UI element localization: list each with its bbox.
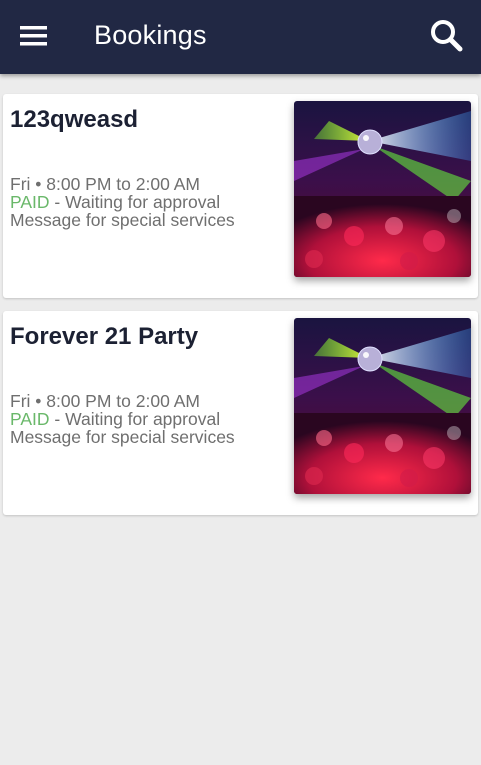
menu-button[interactable] xyxy=(14,18,54,54)
booking-schedule: Fri • 8:00 PM to 2:00 AM xyxy=(10,174,200,194)
nightclub-party-image[interactable] xyxy=(294,101,471,277)
approval-status: - Waiting for approval xyxy=(49,409,221,429)
search-button[interactable] xyxy=(427,16,467,56)
booking-status-line: PAID - Waiting for approval xyxy=(10,193,235,211)
nightclub-party-image[interactable] xyxy=(294,318,471,494)
page-title: Bookings xyxy=(94,20,207,50)
booking-name: 123qweasd xyxy=(10,106,139,133)
menu-icon xyxy=(20,26,47,46)
payment-status: PAID xyxy=(10,192,50,212)
search-icon xyxy=(431,20,463,52)
booking-card[interactable]: Forever 21 Party Fri • 8:00 PM to 2:00 A… xyxy=(3,311,478,515)
booking-status-line: PAID - Waiting for approval xyxy=(10,410,235,428)
booking-message: Message for special services xyxy=(10,210,235,230)
booking-details: Fri • 8:00 PM to 2:00 AM PAID - Waiting … xyxy=(10,175,235,229)
approval-status: - Waiting for approval xyxy=(49,192,221,212)
booking-schedule: Fri • 8:00 PM to 2:00 AM xyxy=(10,391,200,411)
booking-message: Message for special services xyxy=(10,427,235,447)
app-bar: Bookings xyxy=(0,0,481,74)
booking-card[interactable]: 123qweasd Fri • 8:00 PM to 2:00 AM PAID … xyxy=(3,94,478,298)
payment-status: PAID xyxy=(10,409,50,429)
booking-name: Forever 21 Party xyxy=(10,323,199,350)
booking-details: Fri • 8:00 PM to 2:00 AM PAID - Waiting … xyxy=(10,392,235,446)
